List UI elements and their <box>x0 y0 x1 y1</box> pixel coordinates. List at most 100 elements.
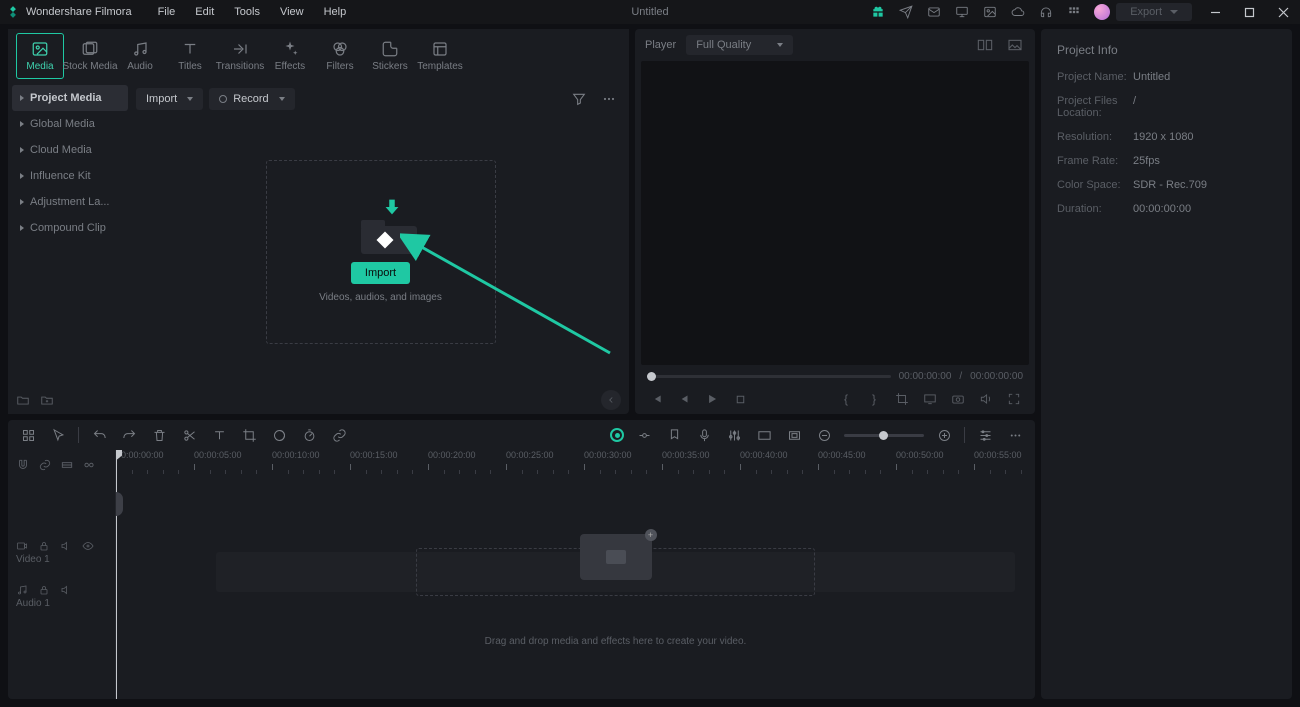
tab-titles[interactable]: Titles <box>166 33 214 79</box>
menu-help[interactable]: Help <box>316 3 355 21</box>
crop-icon[interactable] <box>893 392 911 406</box>
monitor-icon[interactable] <box>948 0 976 24</box>
timeline-placeholder-clip[interactable]: + <box>580 534 652 580</box>
timeline-ruler[interactable]: 00:00:00:0000:00:05:0000:00:10:0000:00:1… <box>116 450 1035 480</box>
new-bin-icon[interactable] <box>40 393 54 407</box>
link-icon[interactable] <box>329 425 349 445</box>
tab-transitions-label: Transitions <box>216 61 265 72</box>
lock-icon[interactable] <box>38 540 50 552</box>
menu-tools[interactable]: Tools <box>226 3 268 21</box>
menu-edit[interactable]: Edit <box>187 3 222 21</box>
delete-icon[interactable] <box>149 425 169 445</box>
text-icon[interactable] <box>209 425 229 445</box>
apps-icon[interactable] <box>1060 0 1088 24</box>
eye-icon[interactable] <box>82 540 94 552</box>
send-icon[interactable] <box>892 0 920 24</box>
export-button[interactable]: Export <box>1116 3 1192 21</box>
player-scrubber[interactable] <box>647 375 891 378</box>
more-icon[interactable] <box>597 87 621 111</box>
volume-icon[interactable] <box>977 392 995 406</box>
new-folder-icon[interactable] <box>16 393 30 407</box>
audio-mix-icon[interactable] <box>724 425 744 445</box>
import-dropdown[interactable]: Import <box>136 88 203 110</box>
aspect-icon[interactable] <box>754 425 774 445</box>
speed-icon[interactable] <box>299 425 319 445</box>
voiceover-icon[interactable] <box>694 425 714 445</box>
dropzone-import-button[interactable]: Import <box>351 262 410 284</box>
ruler-tick: 00:00:25:00 <box>506 450 554 460</box>
display-icon[interactable] <box>921 392 939 406</box>
step-back-icon[interactable] <box>647 392 665 406</box>
sync-icon[interactable] <box>60 458 74 472</box>
track-options-icon[interactable] <box>975 425 995 445</box>
marker-icon[interactable] <box>664 425 684 445</box>
frame-back-icon[interactable] <box>675 392 693 406</box>
player-time-current: 00:00:00:00 <box>899 371 952 382</box>
split-icon[interactable] <box>179 425 199 445</box>
player-viewport[interactable] <box>641 61 1029 365</box>
camera-icon[interactable] <box>949 392 967 406</box>
headset-icon[interactable] <box>1032 0 1060 24</box>
crop-tool-icon[interactable] <box>239 425 259 445</box>
zoom-out-icon[interactable] <box>814 425 834 445</box>
mark-out-icon[interactable]: } <box>865 392 883 406</box>
mark-in-icon[interactable]: { <box>837 392 855 406</box>
menu-file[interactable]: File <box>150 3 184 21</box>
message-icon[interactable] <box>920 0 948 24</box>
tab-effects[interactable]: Effects <box>266 33 314 79</box>
record-dropdown[interactable]: Record <box>209 88 294 110</box>
collapse-sidebar-icon[interactable] <box>601 390 621 410</box>
layout-icon[interactable] <box>18 425 38 445</box>
color-icon[interactable] <box>269 425 289 445</box>
snapshot-view-icon[interactable] <box>1005 36 1025 54</box>
mute-icon[interactable] <box>60 540 72 552</box>
keyframe-icon[interactable] <box>634 425 654 445</box>
window-minimize[interactable] <box>1198 0 1232 24</box>
user-avatar[interactable] <box>1094 4 1110 20</box>
zoom-in-icon[interactable] <box>934 425 954 445</box>
player-quality-select[interactable]: Full Quality <box>686 35 793 55</box>
undo-icon[interactable] <box>89 425 109 445</box>
tab-filters[interactable]: Filters <box>316 33 364 79</box>
fullscreen-icon[interactable] <box>1005 392 1023 406</box>
marker-knob[interactable] <box>116 492 123 516</box>
aspect2-icon[interactable] <box>784 425 804 445</box>
render-preview-icon[interactable] <box>610 428 624 442</box>
sidebar-cloud-media[interactable]: Cloud Media <box>12 137 128 163</box>
lock-icon[interactable] <box>38 584 50 596</box>
dropzone-hint: Videos, audios, and images <box>319 292 442 303</box>
gift-icon[interactable] <box>864 0 892 24</box>
menu-view[interactable]: View <box>272 3 312 21</box>
tab-audio[interactable]: Audio <box>116 33 164 79</box>
magnet-icon[interactable] <box>16 458 30 472</box>
tab-stickers[interactable]: Stickers <box>366 33 414 79</box>
filter-icon[interactable] <box>567 87 591 111</box>
stop-icon[interactable] <box>731 393 749 406</box>
zoom-slider[interactable] <box>844 434 924 437</box>
media-dropzone[interactable]: Import Videos, audios, and images <box>266 160 496 344</box>
sidebar-influence-kit[interactable]: Influence Kit <box>12 163 128 189</box>
cloud-icon[interactable] <box>1004 0 1032 24</box>
play-icon[interactable] <box>703 392 721 406</box>
window-maximize[interactable] <box>1232 0 1266 24</box>
sidebar-adjustment-layer[interactable]: Adjustment La... <box>12 189 128 215</box>
window-close[interactable] <box>1266 0 1300 24</box>
mute-icon[interactable] <box>60 584 72 596</box>
pointer-icon[interactable] <box>48 425 68 445</box>
redo-icon[interactable] <box>119 425 139 445</box>
compare-view-icon[interactable] <box>975 36 995 54</box>
image-icon[interactable] <box>976 0 1004 24</box>
link-toggle-icon[interactable] <box>38 458 52 472</box>
tab-media[interactable]: Media <box>16 33 64 79</box>
track-head-audio[interactable]: Audio 1 <box>8 580 115 624</box>
sidebar-project-media[interactable]: Project Media <box>12 85 128 111</box>
track-head-video[interactable]: Video 1 <box>8 536 115 580</box>
more-options-icon[interactable] <box>1005 425 1025 445</box>
tab-templates[interactable]: Templates <box>416 33 464 79</box>
tab-stock-media[interactable]: Stock Media <box>66 33 114 79</box>
timeline-tracks[interactable]: 00:00:00:0000:00:05:0000:00:10:0000:00:1… <box>116 450 1035 699</box>
sidebar-compound-clip[interactable]: Compound Clip <box>12 215 128 241</box>
tab-transitions[interactable]: Transitions <box>216 33 264 79</box>
ripple-icon[interactable] <box>82 458 96 472</box>
sidebar-global-media[interactable]: Global Media <box>12 111 128 137</box>
